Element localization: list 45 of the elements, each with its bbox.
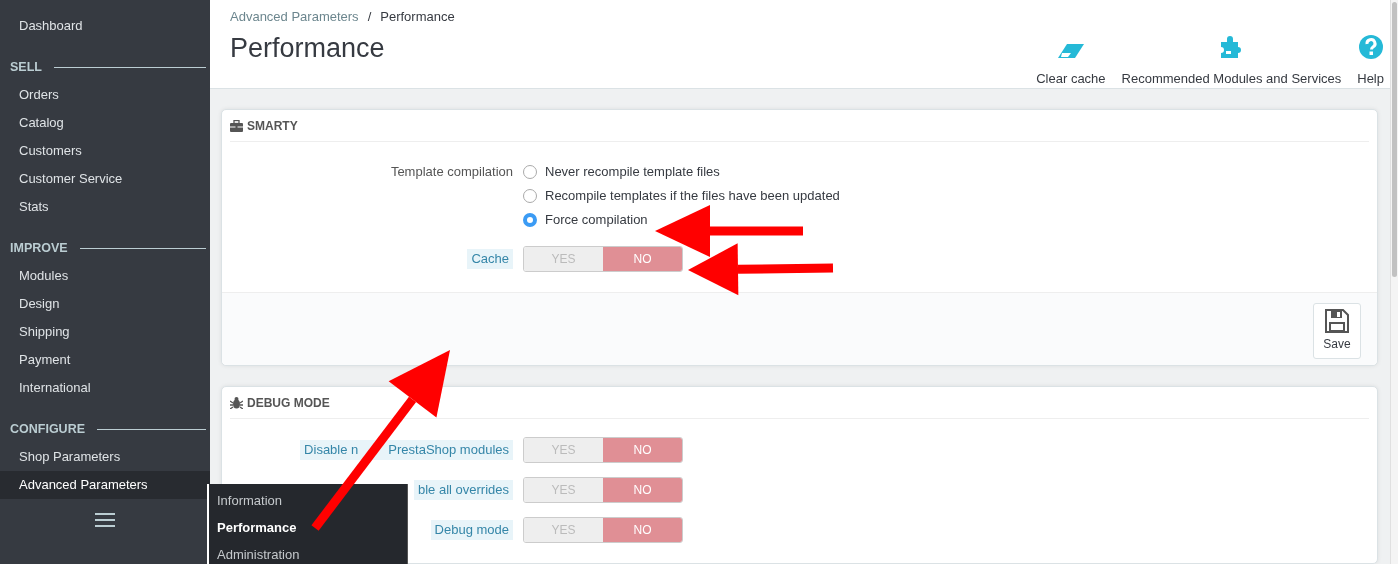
panel-title: SMARTY — [247, 117, 298, 135]
field-label: PrestaShop modules — [388, 442, 509, 457]
save-icon — [1325, 309, 1349, 333]
field-label: Debug mode — [430, 520, 513, 540]
toolbar-button[interactable]: Recommended Modules and Services — [1121, 33, 1342, 88]
radio-option[interactable]: Recompile templates if the files have been updated — [523, 184, 1377, 208]
sidebar-item[interactable]: Modules — [0, 262, 210, 290]
eraser-icon — [1057, 42, 1084, 59]
scrollbar[interactable] — [1390, 0, 1398, 564]
field-label: ble all overrides — [413, 480, 513, 500]
sidebar-item[interactable]: Customer Service — [0, 165, 210, 193]
sidebar-item[interactable]: Stats — [0, 193, 210, 221]
sidebar-item[interactable]: Customers — [0, 137, 210, 165]
breadcrumb-link[interactable]: Advanced Parameters — [230, 9, 359, 24]
section-heading: IMPROVE — [10, 239, 68, 257]
sidebar-item[interactable]: Design — [0, 290, 210, 318]
sidebar-item[interactable]: Payment — [0, 346, 210, 374]
help-icon — [1358, 34, 1383, 59]
sidebar-item[interactable]: International — [0, 374, 210, 402]
menu-icon[interactable] — [95, 513, 115, 527]
page-title: Performance — [230, 31, 386, 64]
briefcase-icon — [230, 119, 243, 132]
breadcrumb-current: Performance — [380, 9, 455, 24]
breadcrumb-separator: / — [366, 9, 373, 24]
submenu-item[interactable]: Performance — [209, 514, 407, 541]
toolbar-button[interactable]: Help — [1357, 34, 1384, 88]
sidebar-item[interactable]: Catalog — [0, 109, 210, 137]
sidebar-item[interactable]: Shop Parameters — [0, 443, 210, 471]
field-label: Cache — [467, 249, 513, 269]
sidebar-item[interactable]: Dashboard — [0, 12, 210, 40]
panel-title: DEBUG MODE — [247, 394, 330, 412]
sidebar-item[interactable]: Orders — [0, 81, 210, 109]
radio-option[interactable]: Force compilation — [523, 208, 1377, 232]
field-label: Disable n — [304, 442, 359, 457]
toolbar-button[interactable]: Clear cache — [1036, 42, 1106, 88]
sidebar-item[interactable]: Advanced Parameters — [0, 471, 210, 499]
submenu-item[interactable]: Information — [209, 487, 407, 514]
sidebar-item[interactable]: Shipping — [0, 318, 210, 346]
section-heading: SELL — [10, 58, 42, 76]
bug-icon — [230, 396, 243, 409]
field-label: Template compilation — [390, 163, 513, 181]
submenu-item[interactable]: Administration — [209, 541, 407, 564]
section-heading: CONFIGURE — [10, 420, 85, 438]
save-button[interactable]: Save — [1313, 303, 1361, 359]
radio-option[interactable]: Never recompile template files — [523, 160, 1377, 184]
